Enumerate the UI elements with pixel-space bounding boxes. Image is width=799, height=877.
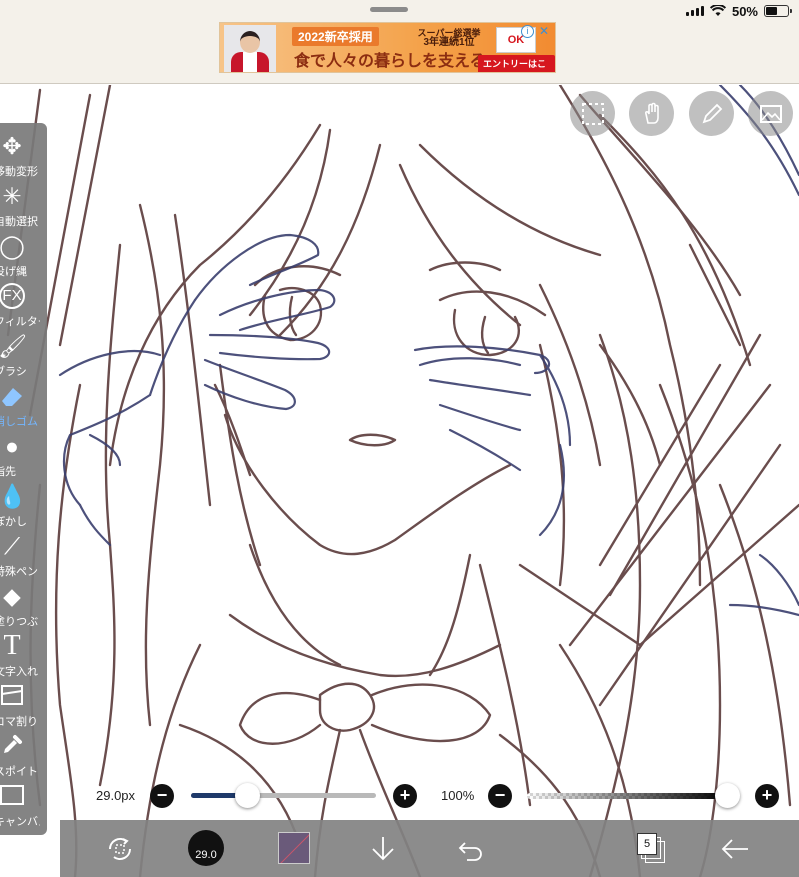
tool-filter[interactable]: FX フィルター <box>0 281 47 331</box>
tool-eyedropper[interactable]: スポイト <box>0 731 47 781</box>
left-toolbar: ✥ 移動変形 ✳ 自動選択 ◯ 投げ縄 FX フィルター 🖌 ブラシ 消しゴム … <box>0 123 47 835</box>
finger-icon: ● <box>5 433 19 459</box>
color-swatch-slash <box>280 834 309 863</box>
import-icon <box>372 836 394 860</box>
image-icon <box>759 104 782 123</box>
layer-count-button[interactable]: 5 <box>637 833 657 855</box>
opacity-increase-button[interactable]: + <box>755 784 779 808</box>
transform-button[interactable] <box>100 820 140 877</box>
selection-button[interactable] <box>570 91 615 136</box>
magic-wand-icon: ✳ <box>2 183 22 209</box>
brush-size-value: 29.0px <box>96 788 136 803</box>
opacity-value: 100% <box>441 788 475 803</box>
tool-brush[interactable]: 🖌 ブラシ <box>0 331 47 381</box>
tool-finger[interactable]: ● 指先 <box>0 431 47 481</box>
tool-frame-divider[interactable]: コマ割り <box>0 681 47 731</box>
eraser-icon <box>0 383 26 409</box>
drawing-canvas[interactable] <box>0 85 799 877</box>
tool-lasso[interactable]: ◯ 投げ縄 <box>0 231 47 281</box>
brush-icon: 🖌 <box>0 333 28 359</box>
back-icon <box>721 838 748 859</box>
info-icon[interactable]: i <box>521 25 534 38</box>
multitasking-grabber[interactable] <box>370 7 408 12</box>
hand-icon <box>644 102 659 124</box>
canvas-icon <box>0 783 26 809</box>
frame-divider-icon <box>0 683 26 709</box>
battery-level <box>766 7 777 15</box>
eyedropper-icon <box>0 733 26 759</box>
battery-icon <box>764 5 792 17</box>
tool-move[interactable]: ✥ 移動変形 <box>0 131 47 181</box>
battery-percent: 50% <box>731 3 758 19</box>
brush-size-slider[interactable] <box>191 793 376 798</box>
ad-banner[interactable]: 2022新卒採用 食で人々の暮らしを支える スーパー総選挙 3年連続1位 OK … <box>219 22 556 73</box>
back-button[interactable] <box>715 820 755 877</box>
tool-eraser[interactable]: 消しゴム <box>0 381 47 431</box>
opacity-thumb[interactable] <box>715 783 740 808</box>
tool-canvas[interactable]: キャンバス <box>0 781 47 831</box>
brush-size-increase-button[interactable]: + <box>393 784 417 808</box>
pen-icon <box>702 103 722 123</box>
fx-icon: FX <box>0 283 26 309</box>
close-icon[interactable]: ✕ <box>537 24 551 38</box>
blur-icon: 💧 <box>0 483 27 509</box>
brush-preview[interactable]: 29.0 <box>188 830 224 866</box>
tool-fill[interactable]: ◆ 塗りつぶし <box>0 581 47 631</box>
special-pen-icon: ⟋ <box>3 533 21 559</box>
tool-special-pen[interactable]: ⟋ 特殊ペン <box>0 531 47 581</box>
text-icon: T <box>3 630 21 661</box>
pen-button[interactable] <box>689 91 734 136</box>
opacity-decrease-button[interactable]: − <box>488 784 512 808</box>
transform-icon <box>109 837 131 860</box>
brush-size-thumb[interactable] <box>234 783 260 808</box>
sketch-artwork <box>6 85 799 877</box>
fill-icon: ◆ <box>3 583 21 609</box>
ad-cta-button[interactable]: エントリーはこちら <box>478 55 555 72</box>
opacity-slider[interactable] <box>527 793 727 799</box>
ad-slogan: 食で人々の暮らしを支える <box>294 53 486 70</box>
wifi-icon <box>709 5 726 16</box>
tool-text[interactable]: T 文字入れ <box>0 631 47 681</box>
cellular-signal-icon <box>685 6 704 16</box>
brush-size-decrease-button[interactable]: − <box>150 784 174 808</box>
lasso-icon: ◯ <box>0 233 25 259</box>
tool-magic-wand[interactable]: ✳ 自動選択 <box>0 181 47 231</box>
status-indicators: 50% <box>685 3 792 19</box>
move-icon: ✥ <box>2 133 22 159</box>
ad-year-tag: 2022新卒採用 <box>292 27 379 46</box>
image-button[interactable] <box>748 91 793 136</box>
color-swatch[interactable] <box>278 832 310 864</box>
selection-icon <box>581 102 604 125</box>
import-button[interactable] <box>365 820 401 877</box>
undo-icon <box>458 841 482 861</box>
tool-blur[interactable]: 💧 ぼかし <box>0 481 47 531</box>
hand-button[interactable] <box>629 91 674 136</box>
ad-badge: スーパー総選挙 3年連続1位 <box>417 28 481 48</box>
bottom-bar <box>60 820 799 877</box>
ad-person-image <box>224 25 276 72</box>
undo-button[interactable] <box>453 820 489 877</box>
